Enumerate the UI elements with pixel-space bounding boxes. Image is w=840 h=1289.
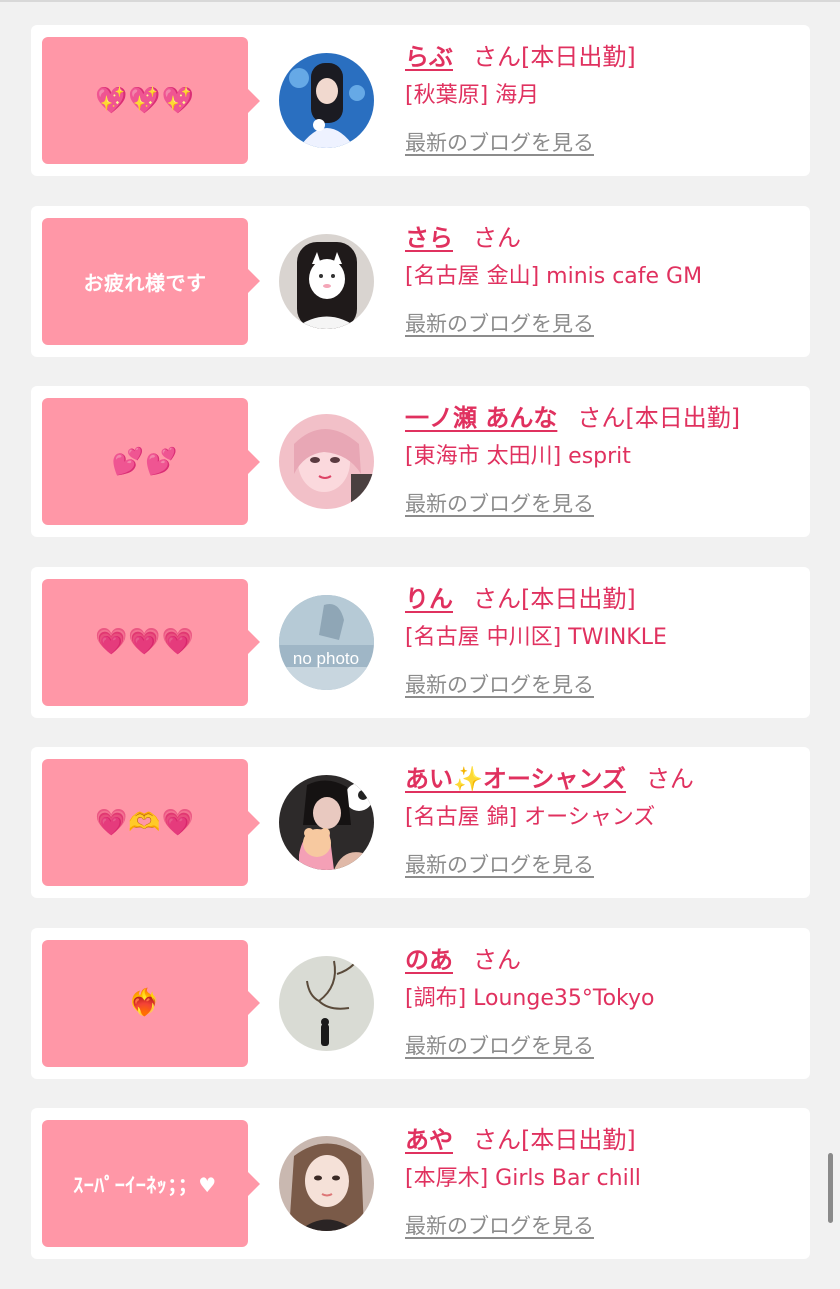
name-line: さら さん <box>405 220 805 256</box>
name-line: りん さん[本日出勤] <box>405 581 805 617</box>
girl-name-link[interactable]: らぶ <box>405 43 453 71</box>
latest-blog-link[interactable]: 最新のブログを見る <box>405 127 594 157</box>
avatar-photo-icon <box>279 955 374 1051</box>
honorific: さん <box>473 1126 521 1154</box>
shop-text: [秋葉原] 海月 <box>405 83 540 108</box>
status-text: [本日出勤] <box>521 43 636 71</box>
honorific: さん <box>577 404 626 432</box>
avatar[interactable] <box>279 1136 374 1231</box>
latest-blog-link[interactable]: 最新のブログを見る <box>405 488 594 518</box>
latest-blog-link[interactable]: 最新のブログを見る <box>405 1210 594 1240</box>
message-bubble: ❤️‍🔥 <box>42 939 260 1067</box>
card-info: あや さん[本日出勤] [本厚木] Girls Bar chill 最新のブログを… <box>405 1122 805 1240</box>
message-bubble: 💗💗💗 <box>42 578 260 706</box>
shop-text: [名古屋 金山] minis cafe GM <box>405 263 703 289</box>
status-text: [本日出勤] <box>625 404 741 432</box>
message-text: 💗💗💗 <box>94 627 196 657</box>
card-info: りん さん[本日出勤] [名古屋 中川区] TWINKLE 最新のブログを見る <box>405 581 805 699</box>
latest-blog-link[interactable]: 最新のブログを見る <box>405 1030 594 1060</box>
scrollbar[interactable] <box>828 1153 833 1223</box>
blog-card[interactable]: ｽｰﾊﾟｰｲｰﾈｯ；；♥ あや さん[本日出勤] [本厚木] Girls Bar … <box>31 1108 810 1259</box>
shop-text: [東海市 太田川] esprit <box>405 444 631 469</box>
avatar[interactable] <box>279 53 374 148</box>
blog-card[interactable]: ❤️‍🔥 のあ さん [調布] Lounge35°Tokyo 最新のブログを見る <box>31 927 810 1079</box>
shop-text: [調布] Lounge35°Tokyo <box>405 985 655 1011</box>
honorific: さん <box>473 223 521 252</box>
avatar-photo-icon <box>279 1136 374 1231</box>
name-line: らぶ さん[本日出勤] <box>405 39 805 75</box>
avatar-photo-icon <box>279 775 374 870</box>
girl-name-link[interactable]: 一ノ瀬 あんな <box>405 404 557 432</box>
card-info: あい✨オーシャンズ さん [名古屋 錦] オーシャンズ 最新のブログを見る <box>405 761 805 879</box>
blog-card[interactable]: 💖💖💖 らぶ さん[本日出勤] [秋葉原] 海月 最新のブログを見る <box>31 25 810 176</box>
status-text: [本日出勤] <box>521 584 636 613</box>
avatar-photo-icon <box>279 414 374 509</box>
avatar[interactable] <box>279 775 374 870</box>
avatar[interactable] <box>279 233 374 329</box>
girl-name-link[interactable]: あい✨オーシャンズ <box>405 765 626 793</box>
honorific: さん <box>473 584 521 613</box>
blog-card[interactable]: 💗🫶💗 あい✨オーシャンズ さん [名古屋 錦] オーシャンズ 最新のブログを見る <box>31 747 810 898</box>
avatar-photo-icon <box>279 53 374 148</box>
latest-blog-link[interactable]: 最新のブログを見る <box>405 308 594 338</box>
honorific: さん <box>473 43 521 71</box>
girl-name-link[interactable]: さら <box>405 224 453 252</box>
no-photo-text: no photo <box>293 649 359 668</box>
card-info: のあ さん [調布] Lounge35°Tokyo 最新のブログを見る <box>405 942 805 1060</box>
message-bubble: ｽｰﾊﾟｰｲｰﾈｯ；；♥ <box>42 1120 260 1247</box>
blog-card-list: 💖💖💖 らぶ さん[本日出勤] [秋葉原] 海月 最新のブログを見る お疲れ様です <box>31 25 810 1289</box>
card-info: 一ノ瀬 あんな さん[本日出勤] [東海市 太田川] esprit 最新のブログを… <box>405 400 805 518</box>
message-text: ｽｰﾊﾟｰｲｰﾈｯ；；♥ <box>73 1173 217 1197</box>
name-line: あや さん[本日出勤] <box>405 1122 805 1158</box>
name-line: のあ さん <box>405 942 805 978</box>
honorific: さん <box>645 765 694 793</box>
status-text: [本日出勤] <box>521 1126 636 1154</box>
avatar[interactable]: no photo <box>279 594 374 690</box>
message-text: 💗🫶💗 <box>94 807 196 838</box>
blog-card[interactable]: お疲れ様です さら さん [名古屋 金山] minis cafe GM 最新のブロ… <box>31 205 810 357</box>
girl-name-link[interactable]: りん <box>405 585 453 613</box>
avatar-photo-icon <box>279 233 374 329</box>
avatar[interactable] <box>279 955 374 1051</box>
honorific: さん <box>473 945 521 974</box>
avatar[interactable] <box>279 414 374 509</box>
latest-blog-link[interactable]: 最新のブログを見る <box>405 669 594 699</box>
message-bubble: 💕💕 <box>42 398 260 525</box>
shop-text: [名古屋 中川区] TWINKLE <box>405 624 667 650</box>
message-bubble: 💖💖💖 <box>42 37 260 164</box>
message-bubble: お疲れ様です <box>42 217 260 345</box>
name-line: 一ノ瀬 あんな さん[本日出勤] <box>405 400 805 436</box>
message-text: 💕💕 <box>111 446 179 477</box>
no-photo-icon: no photo <box>279 594 374 690</box>
card-info: らぶ さん[本日出勤] [秋葉原] 海月 最新のブログを見る <box>405 39 805 157</box>
message-text: 💖💖💖 <box>94 85 196 116</box>
girl-name-link[interactable]: あや <box>405 1126 453 1154</box>
shop-text: [本厚木] Girls Bar chill <box>405 1166 641 1191</box>
blog-card[interactable]: 💗💗💗 no photo りん さん[本日出勤] [名古屋 中川区] TWINKL… <box>31 566 810 718</box>
girl-name-link[interactable]: のあ <box>405 946 453 974</box>
name-line: あい✨オーシャンズ さん <box>405 761 805 797</box>
card-info: さら さん [名古屋 金山] minis cafe GM 最新のブログを見る <box>405 220 805 338</box>
message-bubble: 💗🫶💗 <box>42 759 260 886</box>
latest-blog-link[interactable]: 最新のブログを見る <box>405 849 594 879</box>
blog-card[interactable]: 💕💕 一ノ瀬 あんな さん[本日出勤] [東海市 太田川] esprit 最新のブ… <box>31 386 810 537</box>
message-text: ❤️‍🔥 <box>128 988 162 1018</box>
message-text: お疲れ様です <box>83 270 207 295</box>
shop-text: [名古屋 錦] オーシャンズ <box>405 805 656 830</box>
top-divider <box>0 0 840 2</box>
